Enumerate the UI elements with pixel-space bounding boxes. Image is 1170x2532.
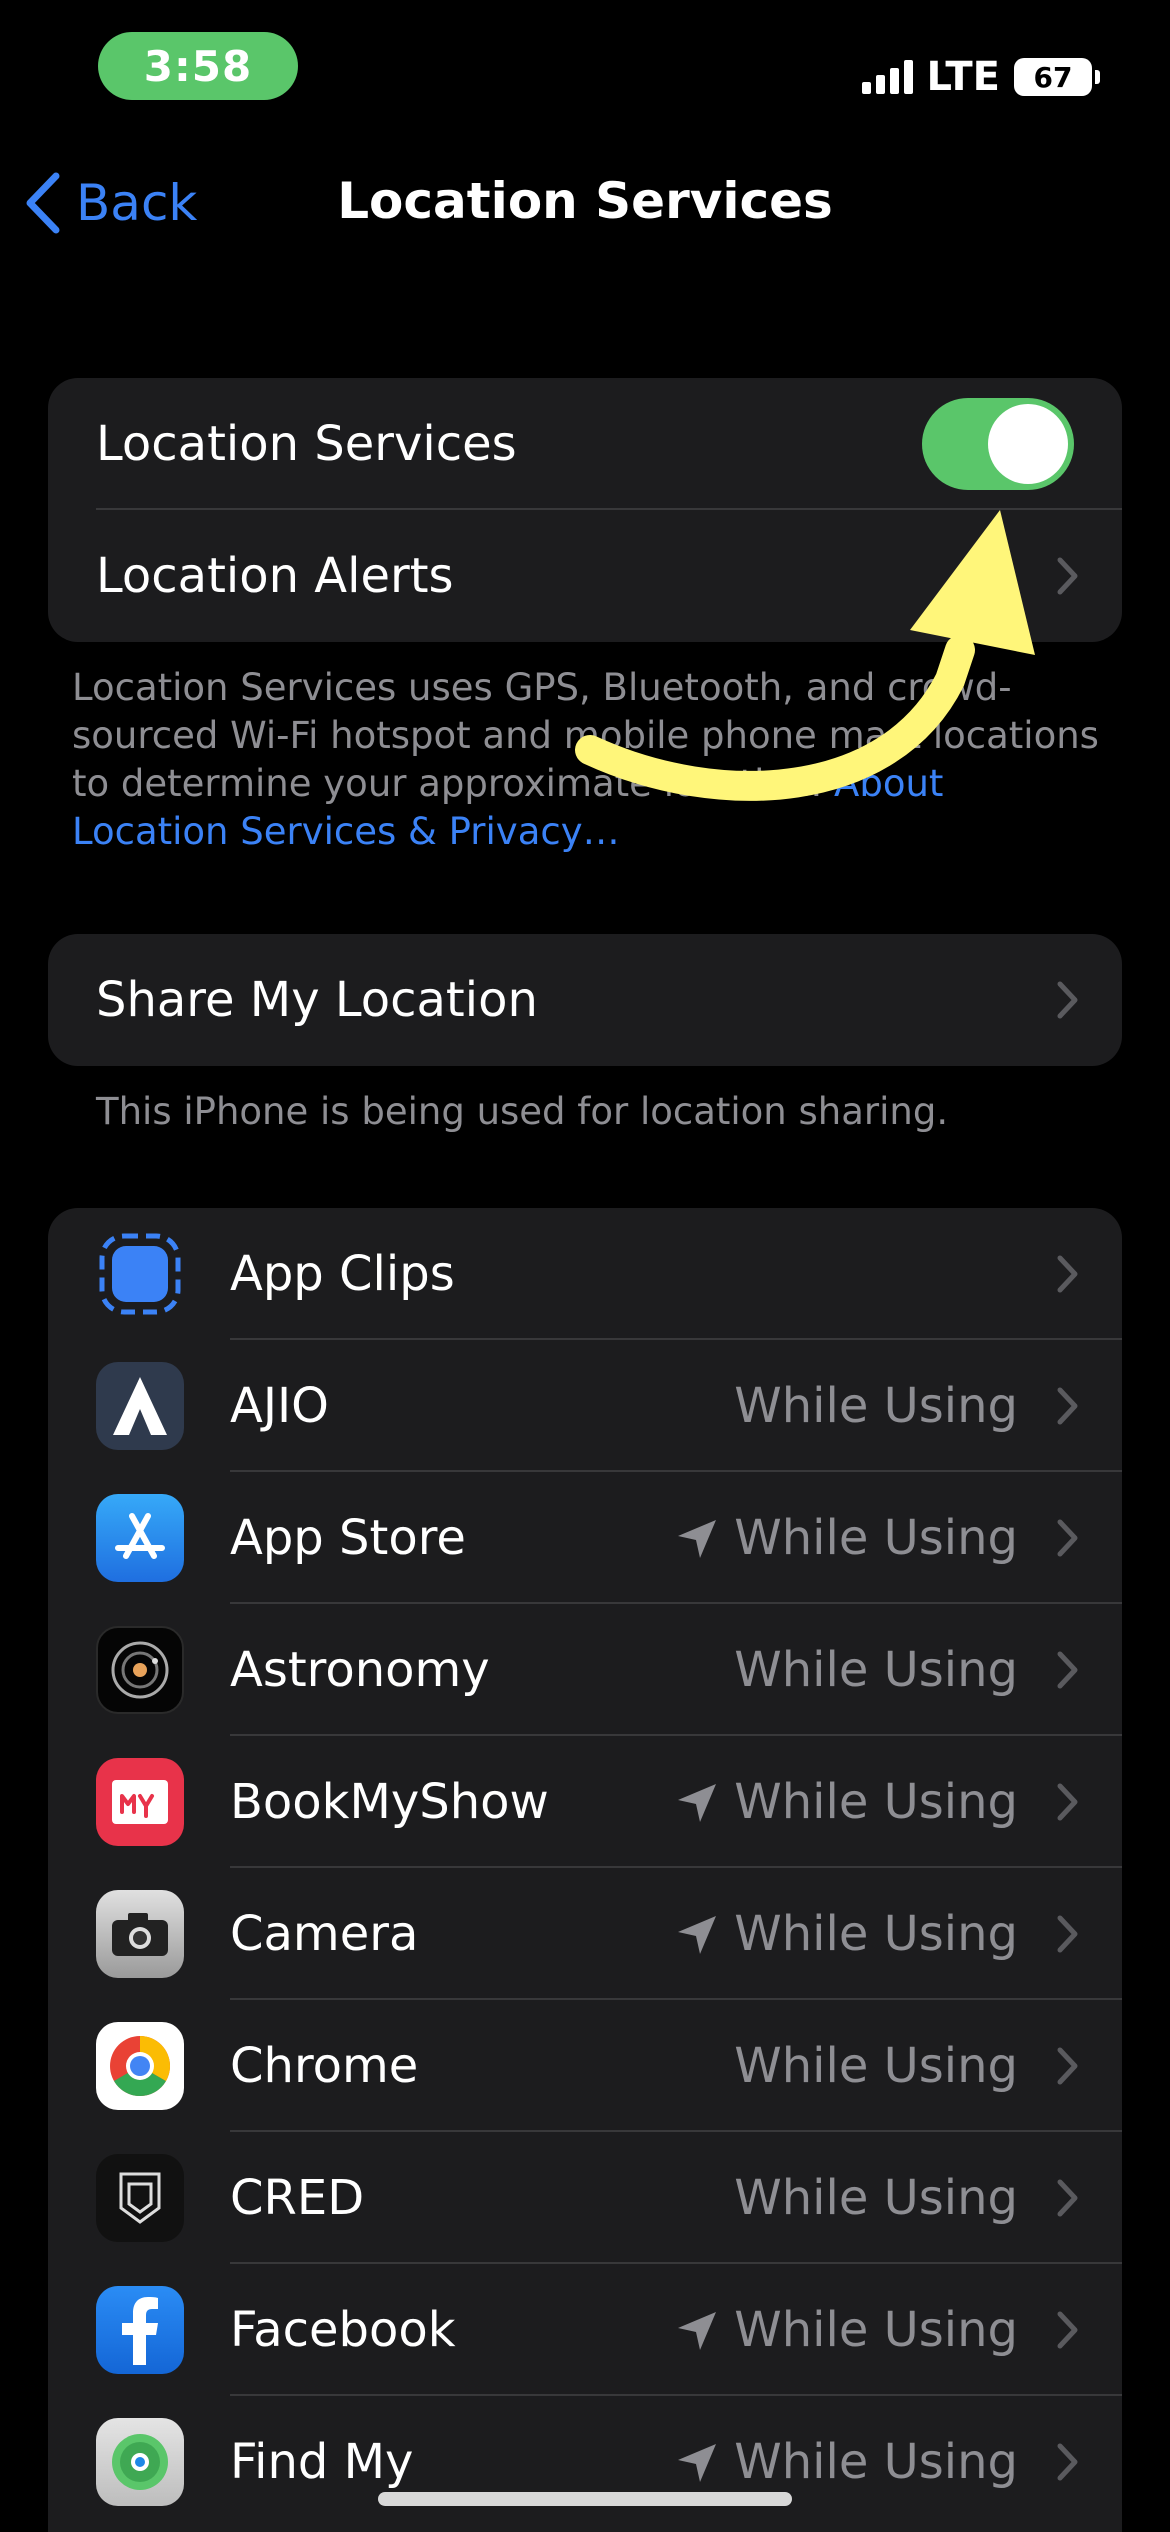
app-permission: While Using xyxy=(734,1510,1018,1566)
list-item-facebook[interactable]: Facebook While Using xyxy=(48,2264,1122,2396)
location-arrow-icon xyxy=(678,1520,716,1558)
location-alerts-label: Location Alerts xyxy=(96,548,454,604)
chevron-right-icon xyxy=(1056,2310,1080,2350)
back-label: Back xyxy=(76,174,198,232)
back-button[interactable]: Back xyxy=(24,172,197,234)
app-name: Camera xyxy=(230,1906,419,1962)
location-arrow-icon xyxy=(678,1916,716,1954)
list-item-find-my[interactable]: Find My While Using xyxy=(48,2396,1122,2528)
chrome-icon xyxy=(96,2022,184,2110)
apps-list: App Clips AJIO While Using App Store Whi… xyxy=(48,1208,1122,2532)
app-permission: While Using xyxy=(734,2434,1018,2490)
cellular-signal-icon xyxy=(861,60,913,94)
list-item-app-store[interactable]: App Store While Using xyxy=(48,1472,1122,1604)
chevron-right-icon xyxy=(1056,1254,1080,1294)
app-store-icon xyxy=(96,1494,184,1582)
chevron-right-icon xyxy=(1056,1386,1080,1426)
share-my-location-label: Share My Location xyxy=(96,972,538,1028)
chevron-right-icon xyxy=(1056,2046,1080,2086)
app-name: Find My xyxy=(230,2434,414,2490)
list-item-ajio[interactable]: AJIO While Using xyxy=(48,1340,1122,1472)
list-item-cred[interactable]: CRED While Using xyxy=(48,2132,1122,2264)
list-item-camera[interactable]: Camera While Using xyxy=(48,1868,1122,2000)
location-arrow-icon xyxy=(678,2312,716,2350)
list-item-bookmyshow[interactable]: BookMyShow While Using xyxy=(48,1736,1122,1868)
status-indicators: LTE 67 xyxy=(861,52,1100,102)
find-my-icon xyxy=(96,2418,184,2506)
battery-level: 67 xyxy=(1033,60,1073,94)
app-clips-icon xyxy=(96,1230,184,1318)
list-item-app-clips[interactable]: App Clips xyxy=(48,1208,1122,1340)
app-permission: While Using xyxy=(734,2302,1018,2358)
app-permission: While Using xyxy=(734,1378,1018,1434)
astronomy-icon xyxy=(96,1626,184,1714)
network-type: LTE xyxy=(926,54,1000,100)
app-permission: While Using xyxy=(734,1906,1018,1962)
share-my-location-row[interactable]: Share My Location xyxy=(48,934,1122,1066)
facebook-icon xyxy=(96,2286,184,2374)
annotation-arrow-icon xyxy=(575,510,1035,801)
app-name: Astronomy xyxy=(230,1642,490,1698)
location-arrow-icon xyxy=(678,1784,716,1822)
share-footnote: This iPhone is being used for location s… xyxy=(96,1090,949,1133)
bookmyshow-icon xyxy=(96,1758,184,1846)
ajio-icon xyxy=(96,1362,184,1450)
chevron-left-icon xyxy=(26,172,60,234)
chevron-right-icon xyxy=(1056,1782,1080,1822)
status-time: 3:58 xyxy=(98,32,298,100)
chevron-right-icon xyxy=(1056,2178,1080,2218)
app-name: AJIO xyxy=(230,1378,329,1434)
app-name: App Store xyxy=(230,1510,466,1566)
camera-icon xyxy=(96,1890,184,1978)
chevron-right-icon xyxy=(1056,1914,1080,1954)
location-arrow-icon xyxy=(678,2444,716,2482)
battery-icon: 67 xyxy=(1014,58,1100,96)
app-permission: While Using xyxy=(734,2170,1018,2226)
list-item-astronomy[interactable]: Astronomy While Using xyxy=(48,1604,1122,1736)
app-permission: While Using xyxy=(734,1642,1018,1698)
app-name: App Clips xyxy=(230,1246,455,1302)
cred-icon xyxy=(96,2154,184,2242)
share-location-group: Share My Location xyxy=(48,934,1122,1066)
chevron-right-icon xyxy=(1056,2442,1080,2482)
app-permission: While Using xyxy=(734,2038,1018,2094)
location-services-toggle[interactable] xyxy=(922,398,1074,490)
list-item-chrome[interactable]: Chrome While Using xyxy=(48,2000,1122,2132)
app-name: CRED xyxy=(230,2170,365,2226)
chevron-right-icon xyxy=(1056,1518,1080,1558)
app-name: Facebook xyxy=(230,2302,456,2358)
app-name: Chrome xyxy=(230,2038,419,2094)
chevron-right-icon xyxy=(1056,980,1080,1020)
home-indicator[interactable] xyxy=(378,2492,792,2506)
location-services-label: Location Services xyxy=(96,416,517,472)
app-name: BookMyShow xyxy=(230,1774,549,1830)
app-permission: While Using xyxy=(734,1774,1018,1830)
chevron-right-icon xyxy=(1056,1650,1080,1690)
